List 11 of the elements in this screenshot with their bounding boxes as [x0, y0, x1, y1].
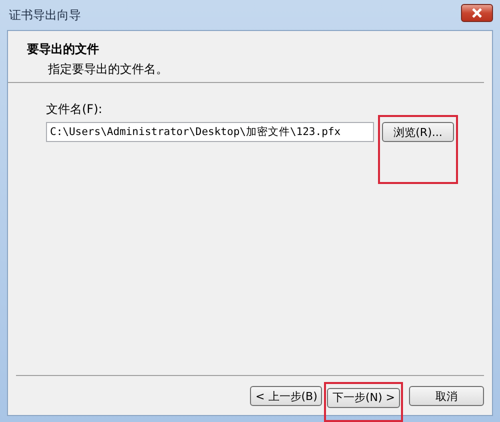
window-title: 证书导出向导	[9, 6, 81, 24]
page-heading: 要导出的文件	[27, 41, 100, 58]
close-icon	[471, 8, 483, 18]
field-label: 文件名(F):	[46, 101, 104, 118]
file-name-field[interactable]: C:\Users\Administrator\Desktop\加密文件\123.pfx	[46, 122, 374, 142]
back-button[interactable]: < 上一步(B)	[250, 386, 322, 406]
close-button[interactable]	[461, 4, 493, 22]
page-description: 指定要导出的文件名。	[48, 61, 169, 78]
browse-button[interactable]: 浏览(R)...	[382, 122, 454, 142]
cancel-button[interactable]: 取消	[409, 386, 484, 406]
next-button[interactable]: 下一步(N) >	[327, 388, 400, 408]
